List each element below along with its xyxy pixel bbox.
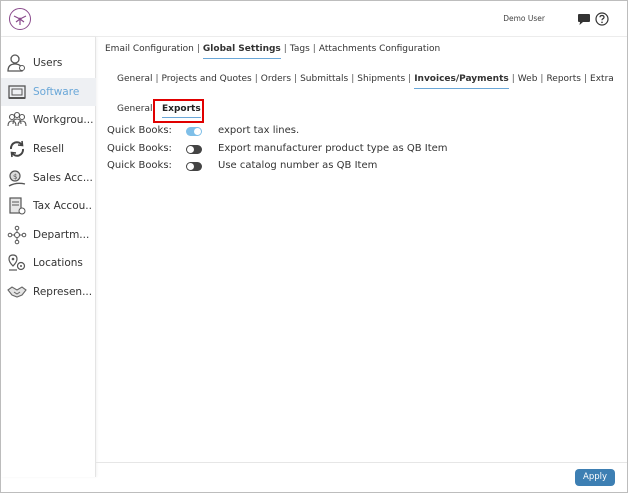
subtab-general[interactable]: General [117,104,152,114]
setting-label: Export manufacturer product type as QB I… [218,143,448,154]
software-icon [8,85,26,99]
sidebar-item-users[interactable]: Users [1,49,96,77]
tab-attachments-configuration[interactable]: Attachments Configuration [319,44,440,58]
tab-general[interactable]: General [117,74,152,88]
sidebar-item-label: Sales Acc... [33,172,93,184]
tab-global-settings[interactable]: Global Settings [202,44,281,59]
sidebar-item-label: Workgrou... [33,114,93,126]
tab-projects-and-quotes[interactable]: Projects and Quotes [162,74,252,88]
tab-orders[interactable]: Orders [261,74,291,88]
resell-icon [9,140,25,158]
setting-label: Use catalog number as QB Item [218,160,378,171]
sidebar-item-label: Locations [33,257,83,269]
app-header: Demo User [1,1,627,37]
sidebar-item-label: Resell [33,143,65,155]
setting-row: Quick Books: Use catalog number as QB It… [107,160,507,174]
sidebar-item-tax-accounts[interactable]: Tax Accou... [1,192,96,220]
tab-email-configuration[interactable]: Email Configuration [105,44,194,58]
global-settings-tabs: General | Projects and Quotes | Orders | Submi… [117,74,614,89]
tab-reports[interactable]: Reports [546,74,581,88]
tax-accounts-icon [9,197,26,215]
tab-tags[interactable]: Tags [290,44,310,58]
chat-icon[interactable] [577,13,591,27]
setting-source: Quick Books: [107,160,172,171]
export-tax-lines-toggle[interactable] [186,127,202,136]
sales-accounts-icon: $ [8,170,26,187]
toggle-knob [194,128,201,135]
sidebar-item-representatives[interactable]: Represen... [1,278,96,306]
users-icon [7,54,25,72]
tab-web[interactable]: Web [518,74,538,88]
tab-extra[interactable]: Extra [590,74,614,88]
toggle-knob [187,146,194,153]
setting-label: export tax lines. [218,125,300,136]
handshake-icon [7,286,27,298]
sidebar: Users Software Workgrou... Resell $ Sale… [1,37,96,477]
toggle-knob [187,163,194,170]
app-logo[interactable] [9,8,31,30]
sidebar-item-departments[interactable]: Departm... [1,221,96,249]
workgroups-icon [7,111,27,127]
departments-icon [7,225,27,245]
sidebar-item-workgroups[interactable]: Workgrou... [1,106,96,134]
setting-source: Quick Books: [107,143,172,154]
tab-submittals[interactable]: Submittals [300,74,348,88]
tab-invoices-payments[interactable]: Invoices/Payments [414,74,509,89]
sidebar-item-label: Represen... [33,286,93,298]
help-icon[interactable] [595,12,609,26]
locations-icon [8,254,26,271]
logo-icon [13,15,27,25]
setting-row: Quick Books: export tax lines. [107,125,507,139]
user-name[interactable]: Demo User [503,14,545,23]
setting-source: Quick Books: [107,125,172,136]
use-catalog-number-toggle[interactable] [186,162,202,171]
sidebar-item-label: Software [33,86,80,98]
sidebar-item-label: Users [33,57,63,69]
svg-text:$: $ [13,173,17,181]
footer-divider [96,462,627,463]
tab-shipments[interactable]: Shipments [357,74,405,88]
export-manufacturer-product-type-toggle[interactable] [186,145,202,154]
sidebar-item-sales-accounts[interactable]: $ Sales Acc... [1,164,96,192]
subtab-exports[interactable]: Exports [162,104,201,118]
main-tabs: Email Configuration | Global Settings | Tags… [105,44,440,59]
setting-row: Quick Books: Export manufacturer product… [107,143,507,157]
sidebar-item-resell[interactable]: Resell [1,135,96,163]
sidebar-item-label: Tax Accou... [33,200,93,212]
sidebar-item-software[interactable]: Software [1,78,96,106]
sidebar-item-locations[interactable]: Locations [1,249,96,277]
sidebar-item-label: Departm... [33,229,90,241]
apply-button[interactable]: Apply [575,469,615,486]
